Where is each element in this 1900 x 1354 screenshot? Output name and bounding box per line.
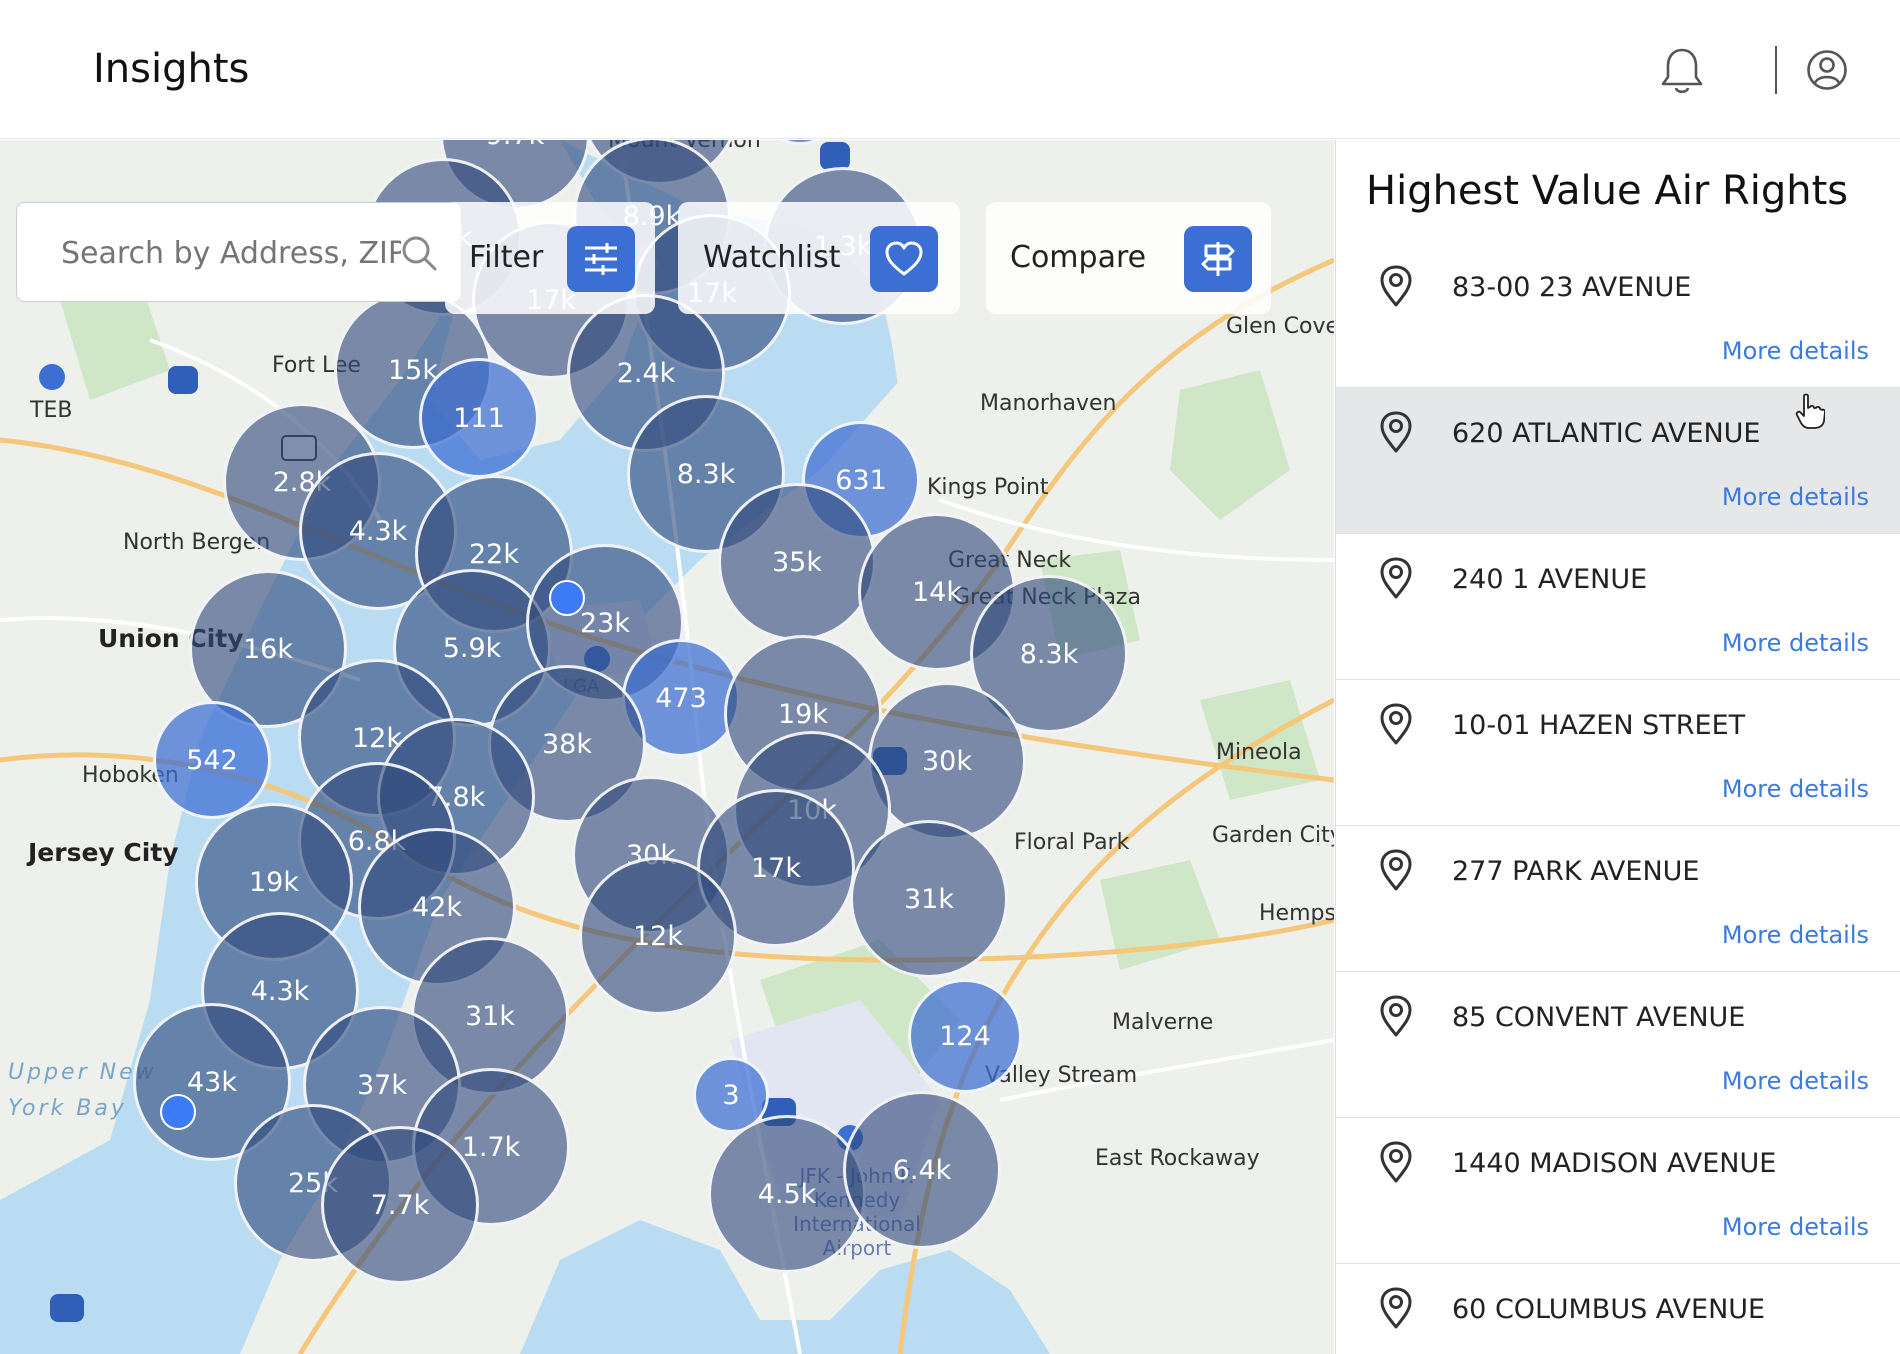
map-cluster[interactable]: 12k [579,857,737,1015]
more-details-link[interactable]: More details [1722,775,1869,803]
property-address: 10-01 HAZEN STREET [1452,710,1746,741]
signpost-icon [1201,242,1235,276]
compare-button[interactable]: Compare [986,202,1271,314]
location-pin-icon [1380,265,1412,307]
more-details-link[interactable]: More details [1722,1067,1869,1095]
property-address: 60 COLUMBUS AVENUE [1452,1294,1766,1325]
property-list-item[interactable]: 1440 MADISON AVENUE More details [1336,1118,1900,1264]
panel-title: Highest Value Air Rights [1366,168,1849,214]
watchlist-icon-box [870,226,938,292]
property-address: 240 1 AVENUE [1452,564,1648,595]
map-place-label: East Rockaway [1095,1146,1260,1171]
more-details-link[interactable]: More details [1722,921,1869,949]
property-list-item[interactable]: 83-00 23 AVENUE More details [1336,242,1900,388]
property-list-item[interactable]: 277 PARK AVENUE More details [1336,826,1900,972]
more-details-link[interactable]: More details [1722,483,1869,511]
more-details-link[interactable]: More details [1722,629,1869,657]
property-list-item[interactable]: 240 1 AVENUE More details [1336,534,1900,680]
sliders-icon [585,243,617,275]
user-circle-icon[interactable] [1806,49,1848,91]
heart-icon [885,241,923,276]
property-list-item[interactable]: 60 COLUMBUS AVENUEMore details [1336,1264,1900,1354]
location-dot[interactable] [549,580,585,616]
map-place-label: TEB [30,398,73,423]
map-place-label: Glen Cove [1226,314,1334,339]
property-address: 85 CONVENT AVENUE [1452,1002,1746,1033]
map-canvas[interactable]: Mount VernonFort LeeTEBNorth BergenUnion… [0,140,1334,1354]
map-cluster[interactable]: 35k [718,483,876,641]
map-place-label: Garden City [1212,823,1334,848]
more-details-link[interactable]: More details [1722,337,1869,365]
map-place-label: Malverne [1112,1010,1214,1035]
location-pin-icon [1380,703,1412,745]
filter-icon-box [567,226,635,292]
more-details-link[interactable]: More details [1722,1213,1869,1241]
filter-label: Filter [469,240,544,275]
bell-icon[interactable] [1659,46,1705,96]
search-input[interactable] [61,233,401,273]
search-box[interactable] [16,202,461,302]
map-place-label: Floral Park [1014,830,1130,855]
map-place-label: Hempstead [1259,901,1334,926]
filter-button[interactable]: Filter [445,202,655,314]
map-cluster[interactable]: 124 [908,979,1022,1093]
location-pin-icon [1380,849,1412,891]
map-cluster[interactable]: 4.5k [708,1115,866,1273]
compare-label: Compare [1010,240,1147,275]
location-pin-icon [1380,557,1412,599]
map-cluster[interactable]: 111 [419,358,539,478]
property-address: 277 PARK AVENUE [1452,856,1700,887]
app-title: Insights [93,46,250,92]
property-address: 83-00 23 AVENUE [1452,272,1692,303]
property-list-item[interactable]: 85 CONVENT AVENUE More details [1336,972,1900,1118]
map-cluster[interactable]: 7.7k [321,1126,479,1284]
compare-icon-box [1184,226,1252,292]
header-divider [1775,46,1777,94]
location-pin-icon [1380,995,1412,1037]
map-place-label: Jersey City [28,838,179,867]
property-list-item[interactable]: 10-01 HAZEN STREET More details [1336,680,1900,826]
map-cluster[interactable]: 30k [868,682,1026,840]
map-place-label: Kings Point [927,475,1049,500]
map-cluster[interactable]: 31k [850,820,1008,978]
map-place-label: Mineola [1216,740,1302,765]
location-pin-icon [1380,1141,1412,1183]
hand-cursor-icon [1795,393,1825,429]
watchlist-button[interactable]: Watchlist [678,202,960,314]
watchlist-label: Watchlist [703,240,841,275]
location-pin-icon [1380,1287,1412,1329]
location-dot[interactable] [160,1094,196,1130]
highest-value-panel: Highest Value Air Rights 83-00 23 AVENUE… [1335,140,1900,1354]
property-address: 1440 MADISON AVENUE [1452,1148,1777,1179]
map-cluster[interactable]: 542 [153,701,271,819]
location-pin-icon [1380,411,1412,453]
search-icon[interactable] [399,233,439,273]
map-cluster[interactable]: 6.4k [843,1091,1001,1249]
map-place-label: Manorhaven [980,391,1117,416]
top-bar: Insights [0,0,1900,139]
property-address: 620 ATLANTIC AVENUE [1452,418,1761,449]
